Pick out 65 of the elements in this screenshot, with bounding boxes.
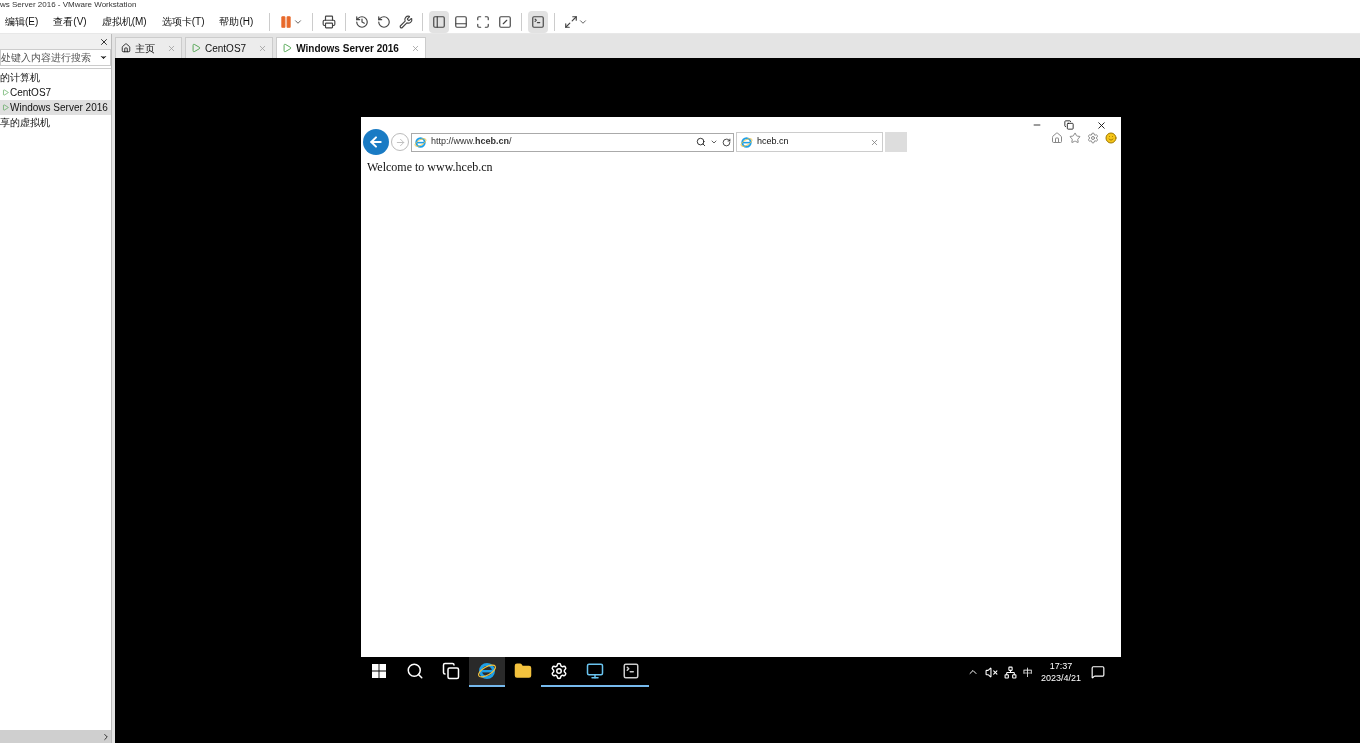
vm-tab[interactable]: Windows Server 2016	[276, 37, 426, 58]
clock[interactable]: 17:37 2023/4/21	[1040, 660, 1081, 684]
restore-icon[interactable]	[1064, 120, 1074, 130]
search-field[interactable]: 处键入内容进行搜索	[0, 49, 111, 66]
browser-logo-icon	[477, 661, 497, 681]
address-bar[interactable]: http://www.hceb.cn/	[411, 132, 734, 152]
terminal-icon	[531, 14, 546, 29]
frame-icon	[498, 14, 513, 29]
speaker-muted-icon[interactable]	[984, 665, 998, 679]
star-icon[interactable]	[1069, 132, 1081, 144]
vm-icon	[2, 89, 9, 96]
vm-tab[interactable]: 主页	[115, 37, 182, 58]
arrow-right-icon	[394, 136, 406, 148]
network-icon[interactable]	[1003, 665, 1017, 679]
vm-icon	[2, 104, 9, 111]
taskbar-button[interactable]	[469, 657, 505, 687]
printer-icon	[322, 14, 337, 29]
library-item[interactable]: 的计算机	[0, 70, 111, 85]
folder-icon	[514, 662, 532, 680]
vm-icon	[282, 43, 293, 53]
menu-item[interactable]: 编辑(E)	[2, 14, 42, 29]
menu-item[interactable]: 虚拟机(M)	[98, 14, 150, 29]
arrow-right-icon	[101, 731, 111, 742]
refresh-icon[interactable]	[722, 137, 731, 147]
vm-tab[interactable]: CentOS7	[185, 37, 274, 58]
search-icon	[406, 662, 424, 680]
close-icon[interactable]	[1096, 120, 1107, 131]
task-view-icon	[442, 662, 460, 680]
scrollbar[interactable]	[0, 730, 111, 743]
terminal-icon	[622, 662, 640, 680]
search-icon[interactable]	[696, 137, 706, 147]
library-item[interactable]: 享的虚拟机	[0, 115, 111, 130]
monitor-icon	[586, 662, 604, 680]
clock-icon	[355, 14, 370, 29]
frame-icon	[476, 14, 491, 29]
toolbar-button[interactable]	[528, 10, 549, 33]
browser-logo-icon	[740, 135, 753, 149]
library-item[interactable]: Windows Server 2016	[0, 100, 111, 115]
settings-icon	[550, 662, 568, 680]
caret-icon	[99, 53, 108, 62]
arrow-left-icon	[368, 134, 384, 150]
home-icon	[121, 43, 131, 53]
panel-icon	[454, 14, 469, 29]
panel-icon	[432, 14, 447, 29]
menu-item[interactable]: 查看(V)	[50, 14, 90, 29]
window-title: ws Server 2016 - VMware Workstation	[0, 0, 137, 10]
notification-icon[interactable]	[1091, 665, 1105, 679]
windows-icon	[372, 664, 386, 678]
menu-item[interactable]: 帮助(H)	[216, 14, 257, 29]
pause-icon	[279, 14, 294, 29]
library-item[interactable]: CentOS7	[0, 85, 111, 100]
back-button[interactable]	[363, 129, 389, 155]
ime-indicator[interactable]: 中	[1022, 664, 1033, 680]
toolbar-button[interactable]	[429, 10, 450, 33]
url-text: http://www.hceb.cn/	[431, 135, 513, 149]
expand-icon	[564, 14, 579, 29]
browser-tab[interactable]: hceb.cn	[736, 132, 883, 152]
vm-icon	[191, 43, 201, 53]
page-text: Welcome to www.hceb.cn	[366, 159, 494, 176]
close-icon[interactable]	[99, 36, 109, 47]
menu-item[interactable]: 选项卡(T)	[158, 14, 208, 29]
caret-icon	[710, 138, 718, 146]
browser-logo-icon	[414, 135, 427, 149]
wrench-icon	[399, 14, 414, 29]
revert-icon	[377, 14, 392, 29]
